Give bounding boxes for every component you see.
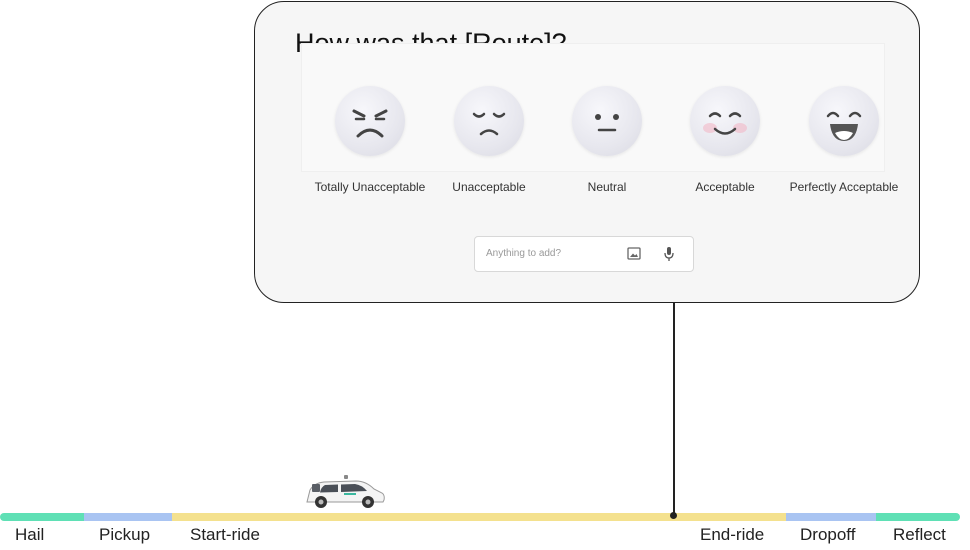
timeline-marker [670, 512, 677, 519]
stage-label-hail: Hail [15, 525, 45, 544]
self-driving-car-icon [304, 474, 386, 515]
stage-label-start-ride: Start-ride [190, 525, 260, 544]
timeline-segment-dropoff [786, 513, 876, 521]
timeline-segment-reflect [876, 513, 960, 521]
very-sad-face-icon[interactable] [335, 86, 405, 156]
feedback-card: How was that [Route]? Totally Unacceptab… [254, 1, 920, 303]
option-label-perfectly-acceptable: Perfectly Acceptable [789, 180, 899, 194]
stage-label-reflect: Reflect [893, 525, 946, 544]
timeline-segment-pickup [84, 513, 172, 521]
stage-label-dropoff: Dropoff [800, 525, 856, 544]
stage-label-end-ride: End-ride [700, 525, 765, 544]
sad-face-icon[interactable] [454, 86, 524, 156]
big-smile-face-icon[interactable] [809, 86, 879, 156]
comment-input[interactable]: Anything to add? [474, 236, 694, 272]
option-label-totally-unacceptable: Totally Unacceptable [314, 180, 426, 194]
comment-placeholder: Anything to add? [486, 248, 562, 259]
option-label-unacceptable: Unacceptable [452, 180, 526, 194]
image-icon[interactable] [627, 247, 641, 265]
stage-label-pickup: Pickup [99, 525, 151, 544]
timeline-segment-hail [0, 513, 84, 521]
option-label-neutral: Neutral [587, 180, 627, 194]
timeline-segment-ride [172, 513, 786, 521]
connector-line [673, 303, 675, 515]
neutral-face-icon[interactable] [572, 86, 642, 156]
smile-face-icon[interactable] [690, 86, 760, 156]
microphone-icon[interactable] [663, 246, 675, 267]
option-label-acceptable: Acceptable [695, 180, 755, 194]
